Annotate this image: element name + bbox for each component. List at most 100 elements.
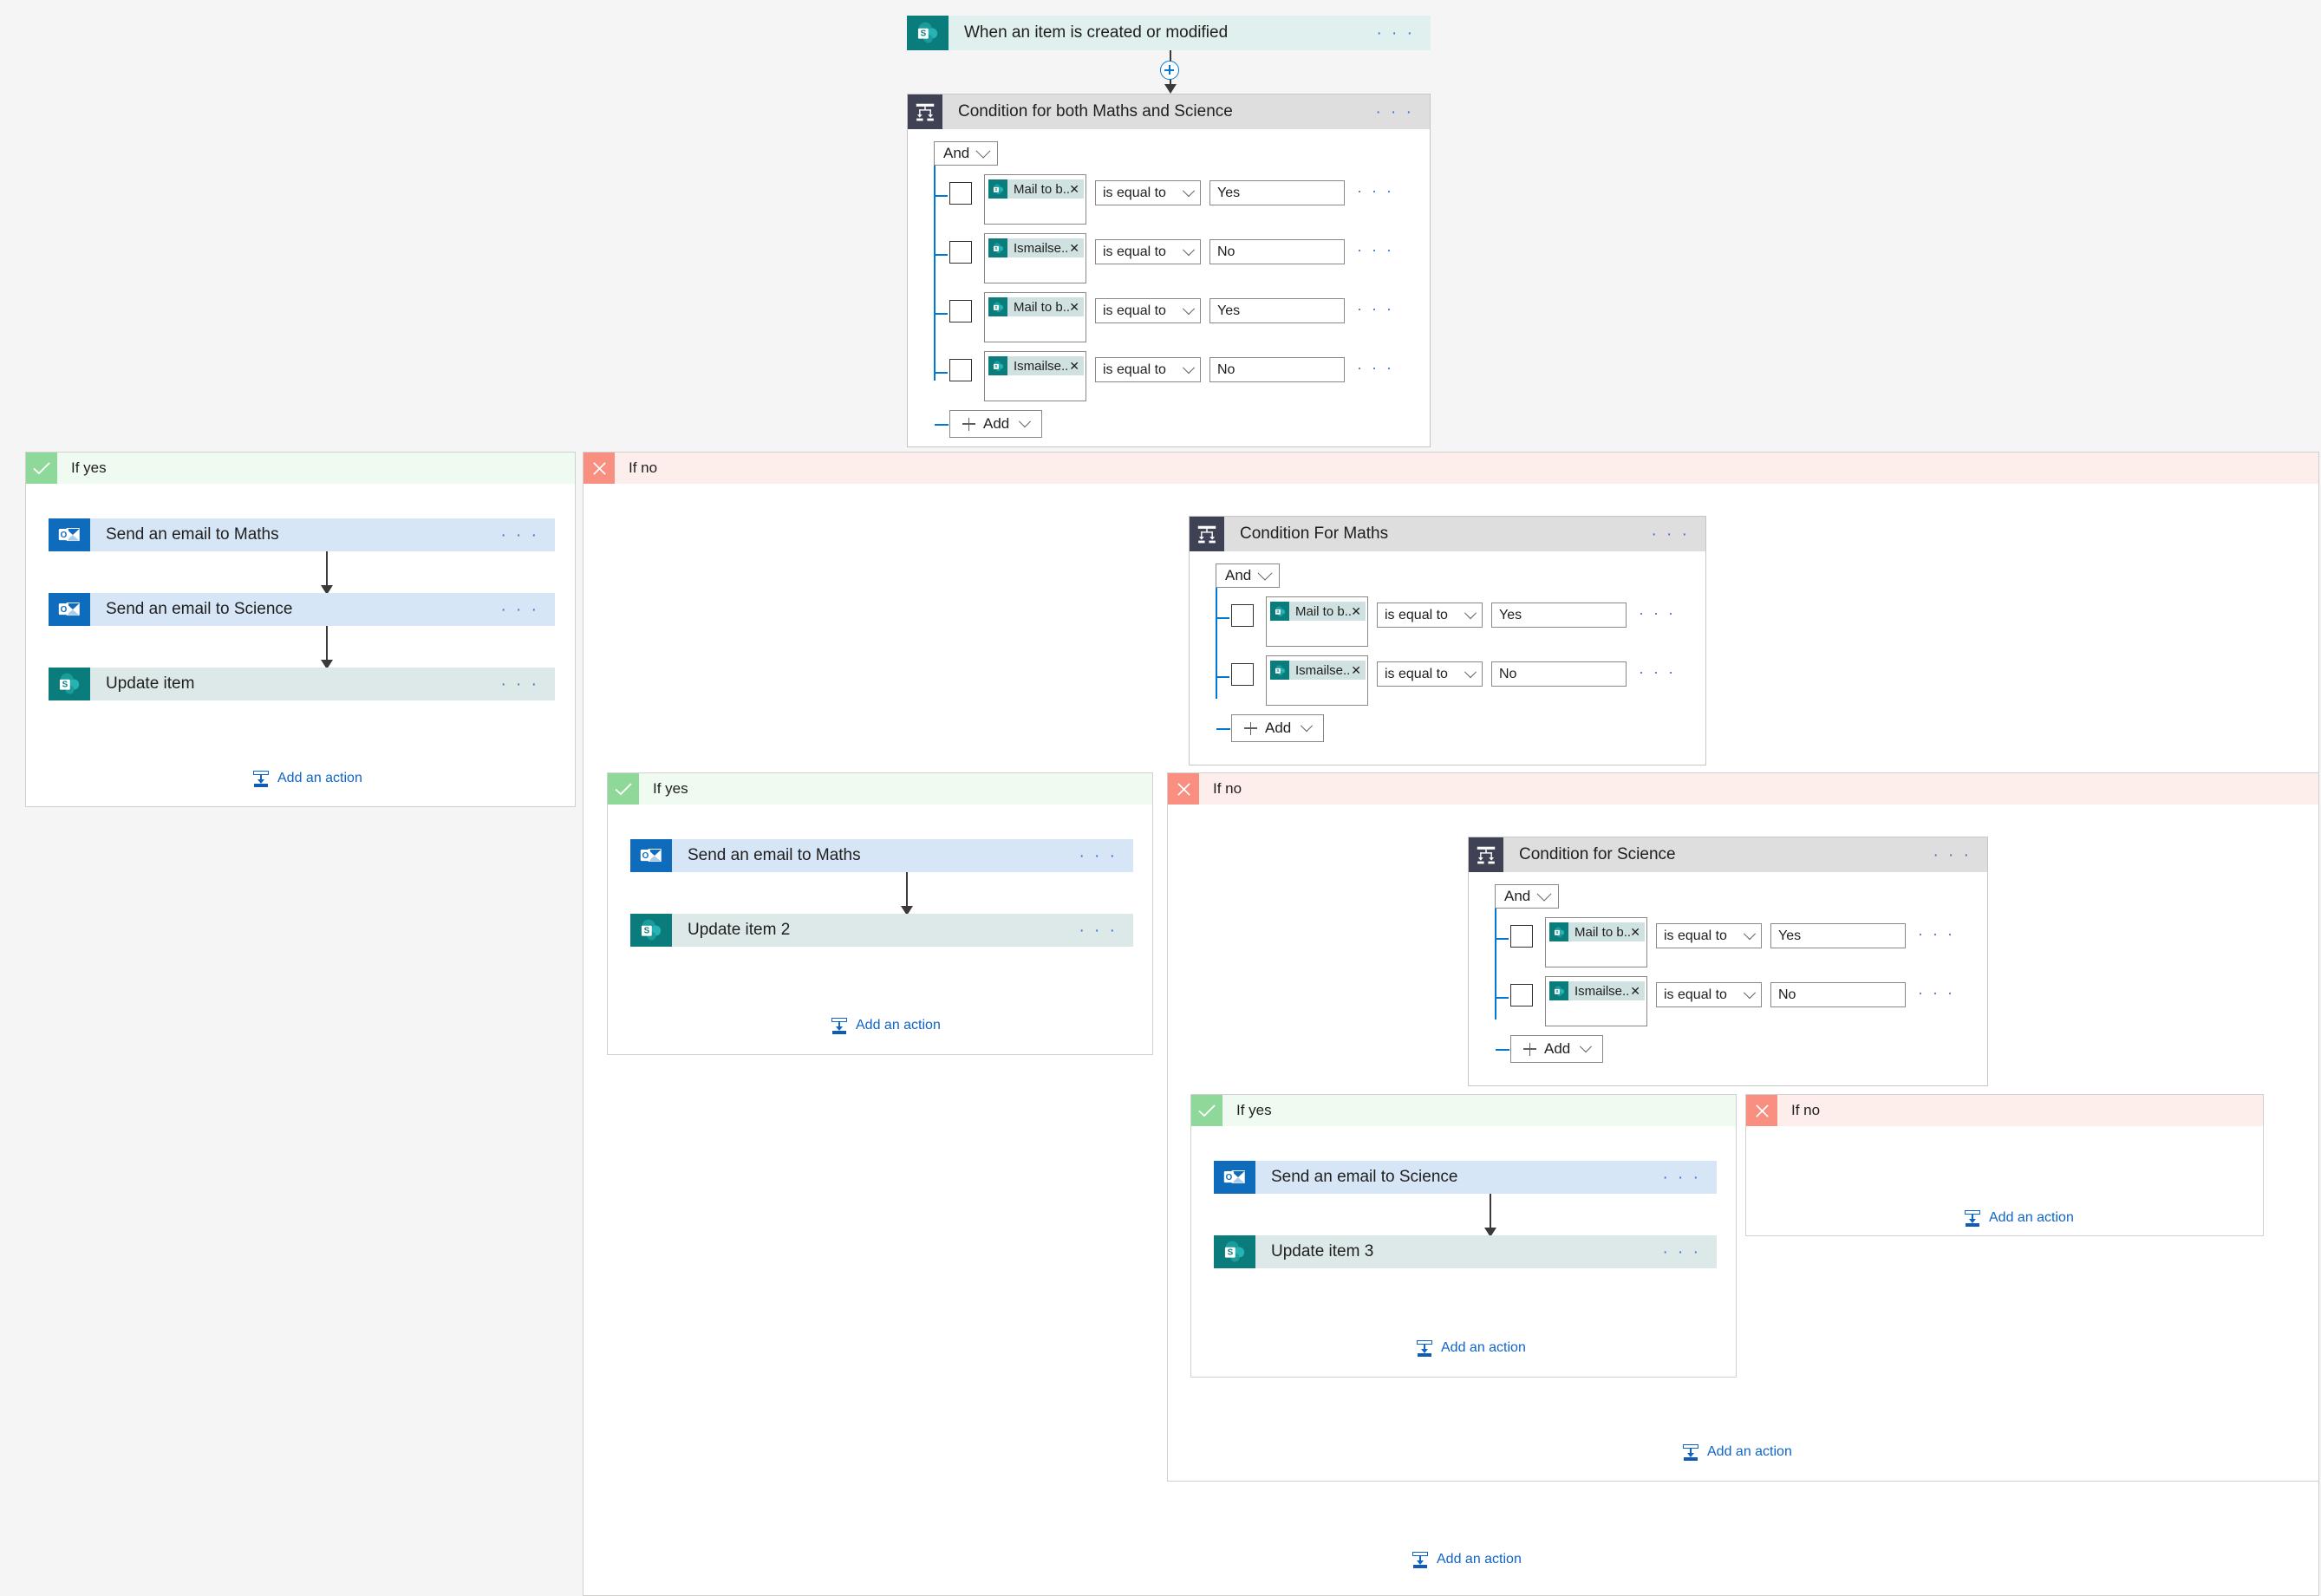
rule-checkbox[interactable] — [1231, 663, 1254, 686]
science-condition-menu-button[interactable]: · · · — [1933, 847, 1972, 863]
action-menu-button[interactable]: · · · — [1662, 1244, 1701, 1261]
action-menu-button[interactable]: · · · — [500, 602, 539, 618]
rule-operator-select[interactable]: is equal to — [1656, 982, 1762, 1007]
rule-field-input[interactable]: S Ismailse... ✕ — [1545, 976, 1647, 1026]
action-card-body[interactable]: Update item 2 · · · — [672, 914, 1133, 947]
rule-value-input[interactable]: No — [1209, 357, 1345, 382]
rule-value-input[interactable]: Yes — [1491, 603, 1627, 628]
rule-operator-select[interactable]: is equal to — [1095, 298, 1201, 323]
action-card-body[interactable]: Update item 3 · · · — [1255, 1235, 1717, 1268]
rule-menu-button[interactable]: · · · — [1357, 182, 1394, 201]
science-logic-operator-select[interactable]: And — [1495, 884, 1560, 909]
rule-menu-button[interactable]: · · · — [1918, 984, 1955, 1003]
rule-value-input[interactable]: Yes — [1209, 180, 1345, 205]
maths-condition-header-body[interactable]: Condition For Maths · · · — [1224, 517, 1705, 551]
rule-menu-button[interactable]: · · · — [1639, 604, 1676, 623]
chevron-down-icon — [1536, 886, 1552, 902]
rule-value-input[interactable]: No — [1209, 239, 1345, 264]
rule-field-input[interactable]: S Ismailse... ✕ — [1266, 655, 1368, 706]
remove-token-icon[interactable]: ✕ — [1630, 985, 1640, 997]
action-card-body[interactable]: Update item · · · — [90, 668, 555, 700]
action-card-send-email-maths[interactable]: O Send an email to Maths · · · — [49, 518, 555, 551]
action-card-body[interactable]: Send an email to Science · · · — [1255, 1161, 1717, 1194]
maths-condition-header[interactable]: Condition For Maths · · · — [1190, 517, 1705, 551]
action-menu-button[interactable]: · · · — [1662, 1169, 1701, 1186]
table-row: S Ismailse... ✕ is equal to No · · · — [1495, 976, 1987, 1026]
rule-checkbox[interactable] — [949, 182, 972, 205]
rule-field-input[interactable]: S Ismailse... ✕ — [984, 351, 1086, 401]
root-condition-menu-button[interactable]: · · · — [1375, 104, 1414, 121]
remove-token-icon[interactable]: ✕ — [1351, 664, 1361, 676]
insert-step-button[interactable] — [1160, 61, 1179, 80]
rule-checkbox[interactable] — [949, 241, 972, 264]
rule-menu-button[interactable]: · · · — [1357, 241, 1394, 260]
action-card-update-item-2[interactable]: S Update item 2 · · · — [630, 914, 1133, 947]
rule-checkbox[interactable] — [1510, 925, 1533, 948]
action-card-body[interactable]: Send an email to Maths · · · — [90, 518, 555, 551]
root-condition-header-body[interactable]: Condition for both Maths and Science · ·… — [942, 94, 1430, 129]
remove-token-icon[interactable]: ✕ — [1069, 183, 1079, 195]
rule-checkbox[interactable] — [1231, 604, 1254, 627]
action-card-body[interactable]: Send an email to Maths · · · — [672, 839, 1133, 872]
action-card-science-send-email[interactable]: O Send an email to Science · · · — [1214, 1161, 1717, 1194]
trigger-menu-button[interactable]: · · · — [1376, 25, 1415, 42]
science-condition-header-body[interactable]: Condition for Science · · · — [1503, 837, 1987, 872]
root-logic-operator-select[interactable]: And — [934, 141, 999, 166]
science-condition-rules: And S Mail to b... ✕ is equal to Yes · ·… — [1469, 872, 1987, 1075]
rule-operator-select[interactable]: is equal to — [1095, 357, 1201, 382]
action-card-maths-send-email[interactable]: O Send an email to Maths · · · — [630, 839, 1133, 872]
rule-field-input[interactable]: S Mail to b... ✕ — [1545, 917, 1647, 967]
remove-token-icon[interactable]: ✕ — [1069, 360, 1079, 372]
action-card-update-item[interactable]: S Update item · · · — [49, 668, 555, 700]
rule-operator-select[interactable]: is equal to — [1377, 603, 1483, 628]
maths-add-rule-button[interactable]: Add — [1216, 714, 1325, 742]
action-menu-button[interactable]: · · · — [500, 676, 539, 693]
remove-token-icon[interactable]: ✕ — [1351, 605, 1361, 617]
rule-field-input[interactable]: S Mail to b... ✕ — [1266, 596, 1368, 647]
action-menu-button[interactable]: · · · — [1079, 922, 1118, 939]
maths-rule-rail — [1216, 588, 1217, 699]
rule-checkbox[interactable] — [949, 300, 972, 322]
action-menu-button[interactable]: · · · — [1079, 848, 1118, 864]
rule-value-input[interactable]: Yes — [1209, 298, 1345, 323]
rule-menu-button[interactable]: · · · — [1639, 663, 1676, 682]
maths-condition-menu-button[interactable]: · · · — [1651, 526, 1690, 543]
action-card-send-email-science[interactable]: O Send an email to Science · · · — [49, 593, 555, 626]
action-menu-button[interactable]: · · · — [500, 527, 539, 544]
action-card-update-item-3[interactable]: S Update item 3 · · · — [1214, 1235, 1717, 1268]
add-an-action-link-science-yes[interactable]: Add an action — [1416, 1339, 1526, 1357]
rule-value-input[interactable]: No — [1491, 661, 1627, 687]
rule-operator-select[interactable]: is equal to — [1095, 180, 1201, 205]
root-add-rule-button[interactable]: Add — [934, 410, 1043, 438]
rule-menu-button[interactable]: · · · — [1357, 300, 1394, 319]
rule-operator-select[interactable]: is equal to — [1377, 661, 1483, 687]
remove-token-icon[interactable]: ✕ — [1630, 926, 1640, 938]
rule-field-input[interactable]: S Mail to b... ✕ — [984, 174, 1086, 225]
add-an-action-link-root-no[interactable]: Add an action — [1412, 1551, 1522, 1568]
add-an-action-link-maths-yes[interactable]: Add an action — [831, 1017, 941, 1034]
rule-value-input[interactable]: Yes — [1770, 923, 1906, 948]
science-condition-header[interactable]: Condition for Science · · · — [1469, 837, 1987, 872]
rule-menu-button[interactable]: · · · — [1357, 359, 1394, 378]
rule-operator-select[interactable]: is equal to — [1095, 239, 1201, 264]
science-add-rule-button[interactable]: Add — [1495, 1035, 1604, 1063]
remove-token-icon[interactable]: ✕ — [1069, 301, 1079, 313]
rule-operator-select[interactable]: is equal to — [1656, 923, 1762, 948]
add-an-action-link-root-yes[interactable]: Add an action — [252, 770, 362, 787]
trigger-card[interactable]: S When an item is created or modified · … — [907, 16, 1431, 50]
trigger-card-body[interactable]: When an item is created or modified · · … — [949, 16, 1431, 50]
remove-token-icon[interactable]: ✕ — [1069, 242, 1079, 254]
add-an-action-link-science-no[interactable]: Add an action — [1964, 1209, 2074, 1227]
add-an-action-link-maths-no[interactable]: Add an action — [1682, 1443, 1792, 1461]
rule-field-input[interactable]: S Mail to b... ✕ — [984, 292, 1086, 342]
branch-science-if-no-header: If no — [1746, 1095, 2263, 1126]
rule-value-input[interactable]: No — [1770, 982, 1906, 1007]
rule-value-text: Yes — [1217, 303, 1241, 318]
maths-logic-operator-select[interactable]: And — [1216, 563, 1281, 588]
rule-checkbox[interactable] — [949, 359, 972, 381]
root-condition-header[interactable]: Condition for both Maths and Science · ·… — [908, 94, 1430, 129]
action-card-body[interactable]: Send an email to Science · · · — [90, 593, 555, 626]
rule-menu-button[interactable]: · · · — [1918, 925, 1955, 944]
rule-checkbox[interactable] — [1510, 984, 1533, 1006]
rule-field-input[interactable]: S Ismailse... ✕ — [984, 233, 1086, 283]
